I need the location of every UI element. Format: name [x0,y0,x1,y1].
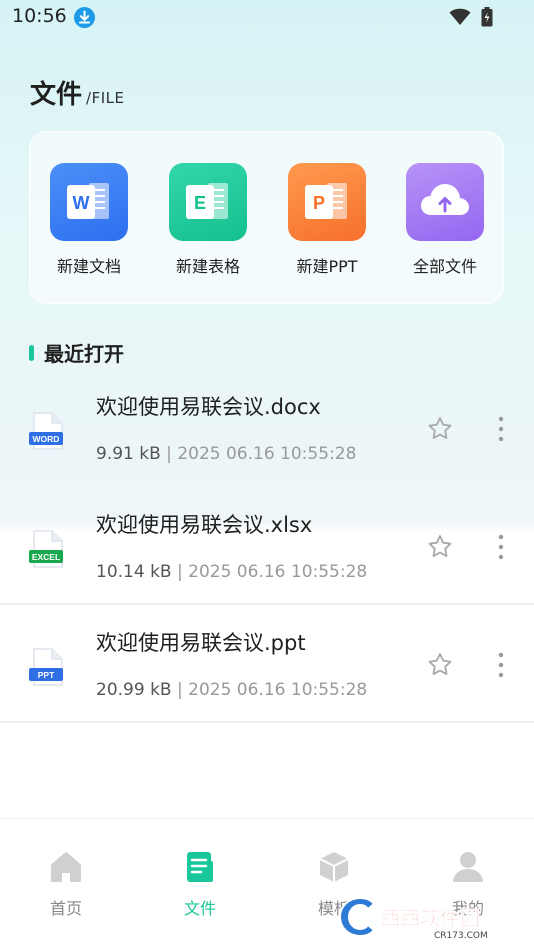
new-ppt-label: 新建PPT [296,257,358,276]
watermark-text: 西西软件园 [380,906,480,930]
nav-home[interactable]: 首页 [26,849,106,919]
file-size: 20.99 kB [96,680,172,700]
file-date: 2025 06.16 10:55:28 [188,680,368,700]
file-size: 9.91 kB [96,444,161,464]
page-title-text: 文件 [30,80,83,110]
ppt-letter: P [313,193,325,213]
all-files-label: 全部文件 [412,257,477,276]
recent-section-title: 最近打开 [29,338,124,367]
new-ppt-button[interactable]: P 新建PPT [277,163,377,277]
file-date: 2025 06.16 10:55:28 [188,562,368,582]
cube-icon [319,852,349,882]
download-icon [74,7,95,28]
wifi-icon [449,8,471,30]
ppt-file-icon: PPT [29,648,63,686]
quick-actions-card: W 新建文档 E 新建表格 P 新建PPT 全部文件 [29,131,504,304]
new-spreadsheet-button[interactable]: E 新建表格 [158,163,258,277]
file-icon [187,852,213,882]
file-row[interactable]: EXCEL 欢迎使用易联会议.xlsx 10.14 kB | 2025 06.1… [0,487,534,605]
file-name: 欢迎使用易联会议.docx [96,395,321,419]
watermark-sub: CR173.COM [434,931,488,941]
meta-separator: | [166,444,172,464]
nav-file[interactable]: 文件 [160,849,240,919]
file-meta: 20.99 kB | 2025 06.16 10:55:28 [96,680,367,700]
section-accent-bar [29,344,34,361]
word-doc-icon: W [50,163,128,241]
all-files-button[interactable]: 全部文件 [395,163,495,277]
nav-file-label: 文件 [183,899,216,918]
meta-separator: | [177,680,183,700]
status-time: 10:56 [12,5,67,27]
page-title: 文件 /FILE [30,74,124,111]
svg-text:EXCEL: EXCEL [32,552,60,562]
file-date: 2025 06.16 10:55:28 [177,444,357,464]
recent-title-text: 最近打开 [44,342,124,366]
file-meta: 10.14 kB | 2025 06.16 10:55:28 [96,562,367,582]
cloud-upload-icon [406,163,484,241]
svg-text:WORD: WORD [33,434,60,444]
more-vertical-icon[interactable] [492,414,510,444]
star-icon[interactable] [426,651,454,679]
status-bar: 10:56 [0,0,534,36]
new-document-button[interactable]: W 新建文档 [39,163,139,277]
file-row[interactable]: PPT 欢迎使用易联会议.ppt 20.99 kB | 2025 06.16 1… [0,605,534,723]
excel-file-icon: EXCEL [29,530,63,568]
word-file-icon: WORD [29,412,63,450]
more-vertical-icon[interactable] [492,532,510,562]
more-vertical-icon[interactable] [492,650,510,680]
star-icon[interactable] [426,415,454,443]
word-letter: W [73,193,90,213]
user-icon [453,852,483,882]
nav-home-label: 首页 [49,899,82,918]
excel-letter: E [194,193,206,213]
file-row[interactable]: WORD 欢迎使用易联会议.docx 9.91 kB | 2025 06.16 … [0,369,534,487]
file-size: 10.14 kB [96,562,172,582]
page-subtitle: /FILE [86,89,125,107]
site-watermark-logo: 西西软件园 CR173.COM [338,896,488,941]
new-spreadsheet-label: 新建表格 [175,257,240,276]
star-icon[interactable] [426,533,454,561]
svg-text:PPT: PPT [38,670,55,680]
file-meta: 9.91 kB | 2025 06.16 10:55:28 [96,444,356,464]
meta-separator: | [177,562,183,582]
home-icon [51,852,81,882]
row-divider [0,721,534,723]
ppt-slide-icon: P [288,163,366,241]
new-document-label: 新建文档 [56,257,121,276]
excel-sheet-icon: E [169,163,247,241]
battery-charging-icon [481,7,493,31]
file-name: 欢迎使用易联会议.ppt [96,631,306,655]
file-name: 欢迎使用易联会议.xlsx [96,513,313,537]
